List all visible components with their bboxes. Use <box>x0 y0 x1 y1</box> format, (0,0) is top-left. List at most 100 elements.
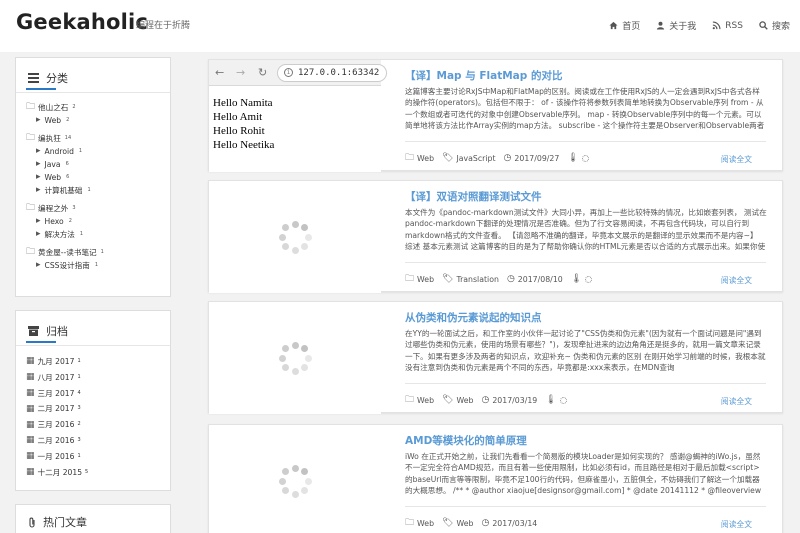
category-count: 3 <box>72 205 76 211</box>
output-line: Hello Neetika <box>213 139 275 151</box>
read-more-link[interactable]: 阅读全文 <box>721 519 752 530</box>
folder-icon: 🗀 <box>405 274 415 284</box>
subcategory-item[interactable]: ▸ Android 1 <box>26 145 160 158</box>
tag-label: Web <box>456 396 474 405</box>
subcategory-item[interactable]: ▸ CSS设计指南 1 <box>26 259 160 272</box>
post-views: 🌡 <box>567 154 589 163</box>
folder-icon: 🗀 <box>26 133 36 143</box>
spinner-dot <box>304 477 312 485</box>
subcategory-name: Web <box>44 173 62 182</box>
subcategory-item[interactable]: ▸ 解决方法 1 <box>26 228 160 241</box>
subcategory-count: 2 <box>66 117 70 123</box>
post-date: ◷ 2017/03/19 <box>481 395 537 406</box>
post-thumbnail[interactable] <box>209 425 381 533</box>
post-category[interactable]: 🗀 Web <box>405 396 434 406</box>
archive-count: 1 <box>77 358 81 364</box>
category-name: 编执狂 <box>38 134 61 143</box>
tag-icon: 🏷 <box>442 274 454 284</box>
archive-count: 2 <box>77 421 81 428</box>
post-title[interactable]: 从伪类和伪元素说起的知识点 <box>405 310 542 325</box>
archive-item[interactable]: ▦ 十二月 2015 5 <box>26 465 160 481</box>
post-thumbnail[interactable] <box>209 181 381 293</box>
archive-count: 3 <box>77 405 81 412</box>
post-category[interactable]: 🗀 Web <box>405 518 434 529</box>
subcategory-name: Web <box>44 116 62 125</box>
post-category[interactable]: 🗀 Web <box>405 154 434 164</box>
subcategory-item[interactable]: ▸ Java 6 <box>26 158 160 171</box>
calendar-icon: ▦ <box>26 466 35 477</box>
category-name: 他山之石 <box>38 103 69 112</box>
post-title[interactable]: 【译】双语对照翻译测试文件 <box>405 189 542 204</box>
post-tag[interactable]: 🏷 Web <box>442 519 474 529</box>
subcategory-name: Hexo <box>44 217 64 226</box>
read-more-link[interactable]: 阅读全文 <box>721 275 752 286</box>
read-more-link[interactable]: 阅读全文 <box>721 154 752 165</box>
spinner-dot <box>291 341 299 349</box>
spinner-dot <box>291 464 299 472</box>
post-thumbnail[interactable]: ← → ↻ i 127.0.0.1:63342 Hello Namita Hel… <box>209 60 387 172</box>
category-item[interactable]: 🗀 编程之外 3 <box>26 202 160 215</box>
category-item[interactable]: 🗀 黄金屋--读书笔记 1 <box>26 246 160 259</box>
archive-count: 5 <box>85 468 89 475</box>
archive-item[interactable]: ▦ 二月 2016 3 <box>26 433 160 449</box>
spinner-dot <box>291 490 299 498</box>
post-title[interactable]: 【译】Map 与 FlatMap 的对比 <box>405 68 562 83</box>
subcategory-count: 1 <box>78 148 83 154</box>
post-tag[interactable]: 🏷 JavaScript <box>442 154 496 164</box>
category-count: 14 <box>64 135 72 141</box>
post-tag[interactable]: 🏷 Web <box>442 396 474 406</box>
category-item[interactable]: 🗀 编执狂 14 <box>26 132 160 145</box>
tag-label: Web <box>456 519 474 528</box>
spinner-dot <box>304 354 312 362</box>
nav-home[interactable]: 首页 <box>609 19 640 32</box>
post-meta: 🗀 Web 🏷 Web ◷ 2017/03/19 🌡 <box>405 396 567 405</box>
clock-icon: ◷ <box>481 395 490 405</box>
archive-count: 1 <box>77 452 81 459</box>
nav-search[interactable]: 搜索 <box>759 19 790 32</box>
post-excerpt: 本文件为《pandoc-markdown测试文件》大同小异，再加上一些比较特殊的… <box>405 208 767 251</box>
post-meta: 🗀 Web 🏷 Translation ◷ 2017/08/10 🌡 <box>405 274 593 285</box>
archive-item[interactable]: ▦ 二月 2017 3 <box>26 401 160 417</box>
archive-item[interactable]: ▦ 三月 2017 4 <box>26 386 160 402</box>
post-category[interactable]: 🗀 Web <box>405 274 434 285</box>
calendar-icon: ▦ <box>26 435 35 446</box>
folder-icon: 🗀 <box>405 518 415 528</box>
spinner-dot <box>278 354 286 362</box>
nav-rss[interactable]: RSS <box>712 19 743 32</box>
category-item[interactable]: 🗀 他山之石 2 <box>26 101 160 114</box>
subcategory-name: CSS设计指南 <box>44 261 90 270</box>
subcategory-item[interactable]: ▸ Hexo 2 <box>26 215 160 228</box>
nav-about[interactable]: 关于我 <box>656 19 696 32</box>
subcategory-name: 解决方法 <box>44 230 75 239</box>
post-title[interactable]: AMD等模块化的简单原理 <box>405 433 527 448</box>
spinner-dot <box>282 242 290 250</box>
archive-item[interactable]: ▦ 一月 2016 1 <box>26 449 160 465</box>
post-tag[interactable]: 🏷 Translation <box>442 274 499 285</box>
loading-icon <box>581 155 589 162</box>
archive-count: 4 <box>77 389 81 396</box>
spinner-dot <box>291 246 299 254</box>
subcategory-item[interactable]: ▸ Web 6 <box>26 171 160 184</box>
subcategory-count: 1 <box>79 231 84 237</box>
archive-label: 八月 2017 <box>37 372 75 382</box>
subcategory-count: 6 <box>65 161 69 167</box>
archive-item[interactable]: ▦ 八月 2017 1 <box>26 370 160 386</box>
archive-item[interactable]: ▦ 三月 2016 2 <box>26 417 160 433</box>
category-name: 黄金屋--读书笔记 <box>38 248 97 257</box>
post-excerpt: iWo 在正式开始之前，让我们先看看一个简易版的模块Loader是如何实现的？ … <box>405 452 762 495</box>
post-excerpt: 在YY的一轮面试之后，和工作室的小伙伴一起讨论了"CSS伪类和伪元素"(因为就有… <box>405 329 766 372</box>
spinner-dot <box>291 367 299 375</box>
subcategory-item[interactable]: ▸ 计算机基础 1 <box>26 184 160 197</box>
browser-content: Hello Namita Hello Amit Hello Rohit Hell… <box>213 96 274 152</box>
post-thumbnail[interactable] <box>209 302 381 414</box>
site-logo[interactable]: Geekaholic <box>16 10 148 34</box>
archive-widget: 归档 ▦ 九月 2017 1 ▦ 八月 2017 1 ▦ 三月 2017 4 ▦ 二月 201… <box>15 310 171 491</box>
title-underline <box>26 341 56 343</box>
read-more-link[interactable]: 阅读全文 <box>721 396 752 407</box>
popular-title: 热门文章 <box>43 516 87 529</box>
output-line: Hello Namita <box>213 97 273 109</box>
subcategory-count: 1 <box>94 262 99 268</box>
archive-item[interactable]: ▦ 九月 2017 1 <box>26 354 160 370</box>
thermometer-icon: 🌡 <box>545 395 557 405</box>
subcategory-item[interactable]: ▸ Web 2 <box>26 114 160 127</box>
